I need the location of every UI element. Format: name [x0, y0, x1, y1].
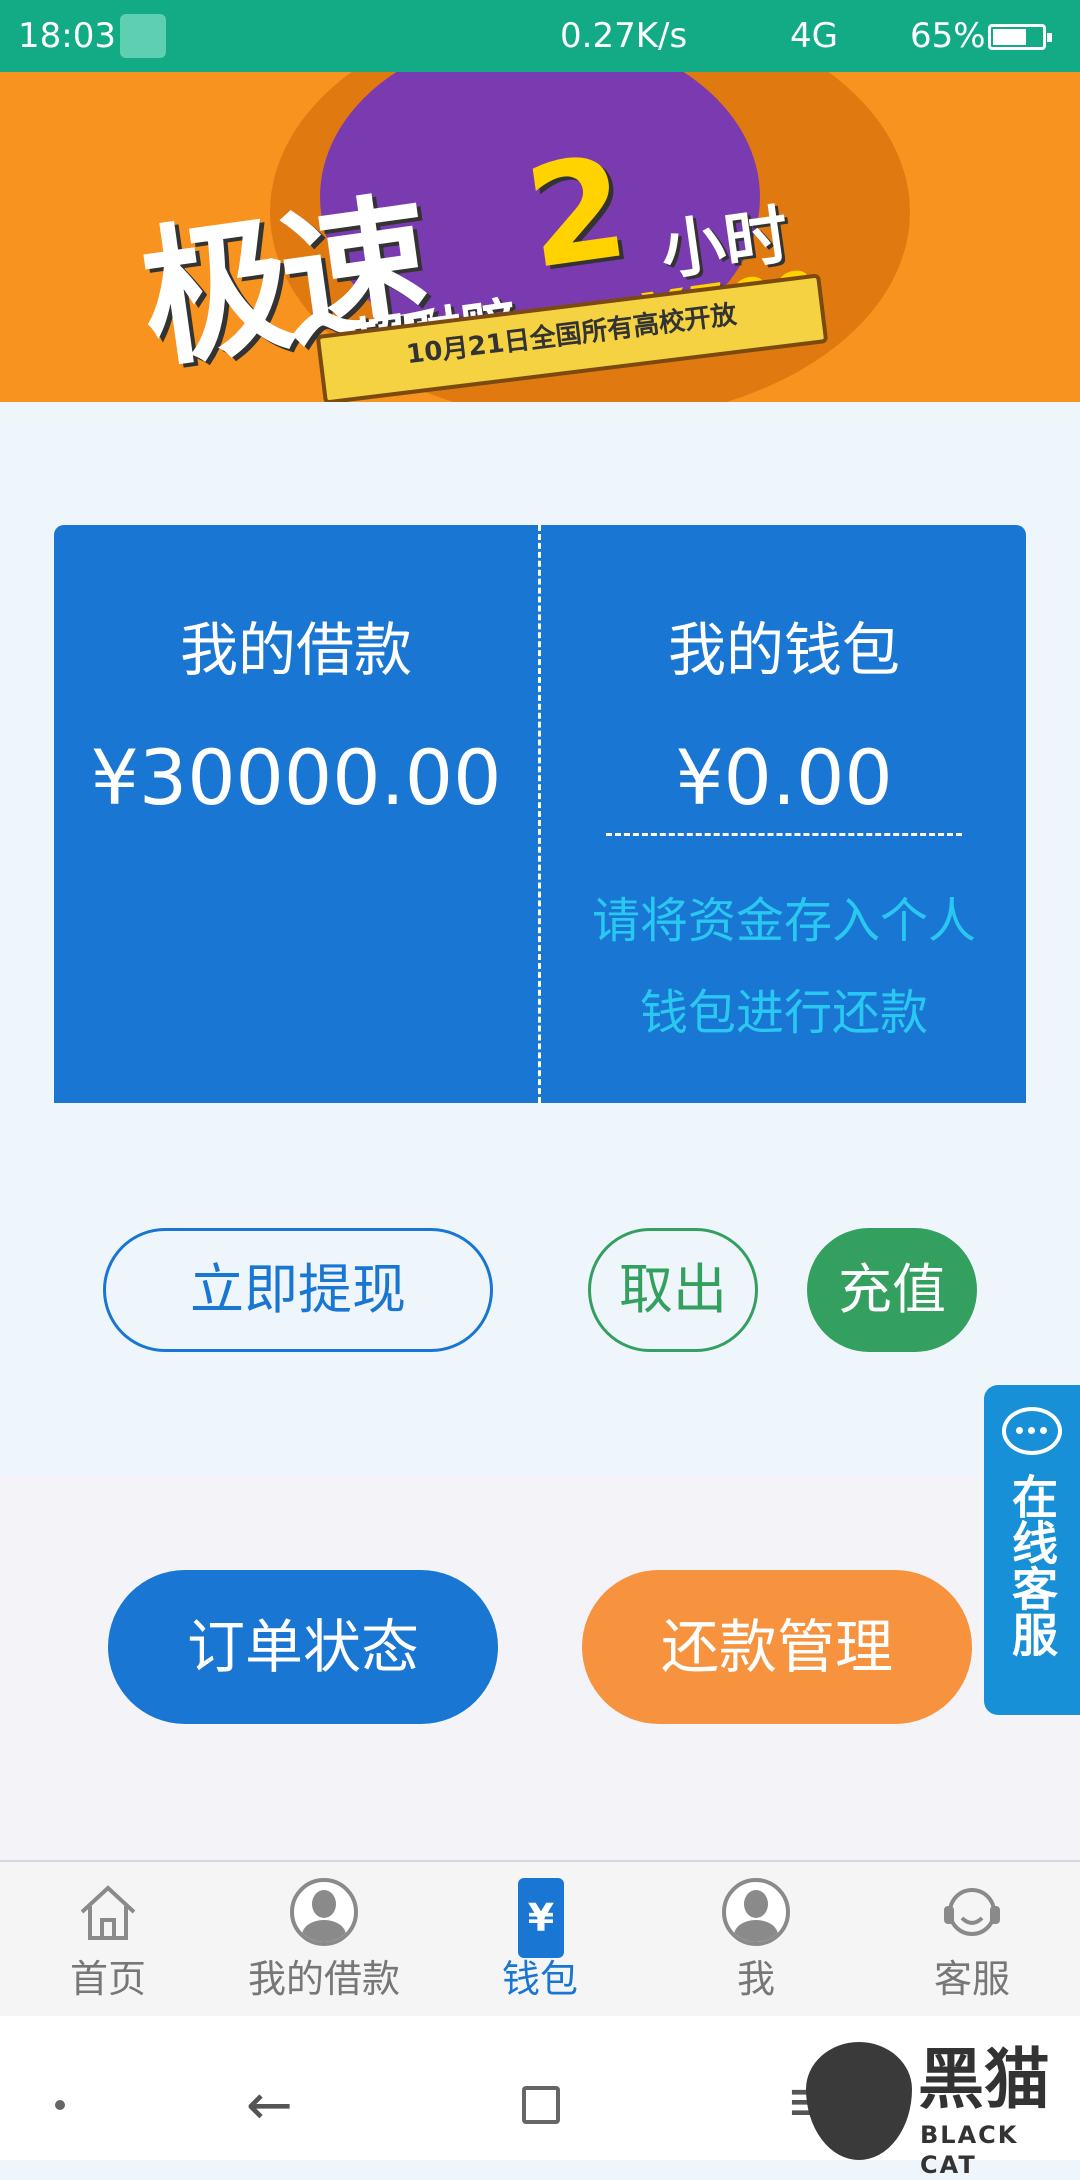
online-service-float[interactable]: 在线客服 — [984, 1385, 1080, 1715]
headset-icon — [944, 1888, 1000, 1936]
tab-label: 我 — [736, 1957, 775, 2001]
home-icon — [80, 1885, 136, 1940]
wallet-phone-icon: ¥ — [518, 1878, 564, 1958]
tab-me[interactable]: 我 — [648, 1862, 864, 2018]
tab-my-loan[interactable]: 我的借款 — [216, 1862, 432, 2018]
tab-label: 我的借款 — [247, 1957, 400, 2001]
wallet-title: 我的钱包 — [667, 616, 900, 684]
back-icon[interactable]: ← — [246, 2076, 293, 2136]
watermark-cn: 黑猫 — [918, 2041, 1050, 2118]
black-cat-watermark: 黑猫 BLACK CAT — [806, 2041, 1066, 2179]
tab-service[interactable]: 客服 — [864, 1862, 1080, 2018]
system-nav-bar: ← ≡ 黑猫 BLACK CAT — [0, 2016, 1080, 2179]
cat-shield-logo-icon — [806, 2042, 912, 2160]
recharge-button[interactable]: 充值 — [807, 1228, 977, 1352]
user-avatar-icon — [722, 1878, 790, 1946]
status-battery-percent: 65% — [910, 16, 986, 56]
promo-banner[interactable]: 极速 2 小时 超时赔 ¥500 10月21日全国所有高校开放 — [0, 72, 1080, 402]
tab-home[interactable]: 首页 — [0, 1862, 216, 2018]
status-bar: 18:03 0.27K/s 4G 65% — [0, 0, 1080, 72]
loan-amount: ¥30000.00 — [90, 733, 502, 822]
nav-dot-icon[interactable] — [55, 2100, 65, 2110]
wallet-separator — [606, 833, 962, 836]
user-avatar-icon — [290, 1878, 358, 1946]
recent-apps-icon[interactable] — [522, 2086, 560, 2124]
chat-bubble-icon — [1002, 1407, 1062, 1455]
account-card: 我的借款 ¥30000.00 我的钱包 ¥0.00 请将资金存入个人钱包进行还款 — [54, 525, 1026, 1103]
loan-title: 我的借款 — [179, 616, 412, 684]
wallet-amount: ¥0.00 — [675, 733, 893, 822]
watermark-en: BLACK CAT — [920, 2121, 1019, 2179]
status-net-speed: 0.27K/s — [560, 16, 688, 56]
online-service-label: 在线客服 — [1005, 1473, 1059, 1657]
withdraw-now-button[interactable]: 立即提现 — [103, 1228, 493, 1352]
take-out-button[interactable]: 取出 — [588, 1228, 758, 1352]
bottom-tab-bar: 首页 我的借款 ¥ 钱包 我 客服 — [0, 1860, 1080, 2016]
battery-icon — [988, 24, 1052, 50]
order-status-button[interactable]: 订单状态 — [108, 1570, 498, 1724]
status-network: 4G — [790, 16, 838, 56]
wallet-note: 请将资金存入个人钱包进行还款 — [591, 893, 976, 1041]
tab-label: 客服 — [933, 1957, 1010, 2001]
screenshot-icon — [120, 14, 166, 58]
repay-manage-button[interactable]: 还款管理 — [582, 1570, 972, 1724]
card-divider — [538, 525, 541, 1103]
tab-wallet[interactable]: ¥ 钱包 — [432, 1862, 648, 2018]
tab-label: 首页 — [69, 1957, 146, 2001]
tab-label: 钱包 — [501, 1957, 578, 2001]
status-time: 18:03 — [18, 16, 116, 56]
